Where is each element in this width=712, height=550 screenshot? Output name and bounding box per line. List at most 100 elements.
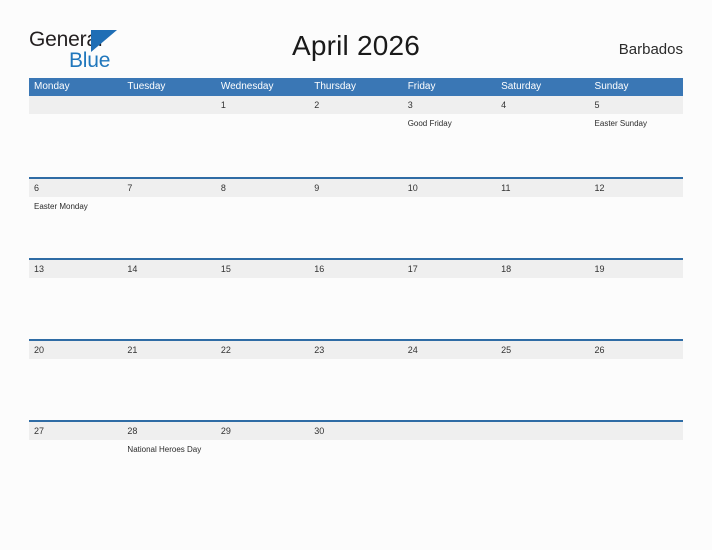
date-number: 4 [501,100,507,110]
calendar-day-cell[interactable]: 2 [309,96,403,177]
calendar-day-cell[interactable]: 11 [496,179,590,258]
weekday-header-friday: Friday [407,81,436,92]
date-band: 1 [215,96,310,114]
calendar-day-cell-empty [402,422,497,501]
date-number: 1 [220,100,226,110]
country-label: Barbados [618,41,683,58]
date-band: 28 [122,422,216,440]
date-number: 6 [34,183,40,193]
date-number: 12 [594,183,605,193]
calendar-day-cell[interactable]: 23 [309,341,403,420]
calendar-day-cell[interactable]: 8 [215,179,310,258]
calendar-week-row: 20 21 22 23 24 25 26 [29,339,683,420]
day-events: Easter Sunday [590,114,683,129]
date-band: 26 [589,341,683,359]
calendar-week-row: 6 Easter Monday 7 8 9 10 11 12 [29,177,683,258]
calendar-day-cell[interactable]: 1 [215,96,310,177]
holiday-event-label: Easter Sunday [594,119,648,128]
calendar-day-cell[interactable]: 24 [402,341,497,420]
date-band: 4 [496,96,590,114]
date-band: 3 [402,96,497,114]
date-band: 13 [29,260,123,278]
date-number: 3 [407,100,413,110]
date-band: 17 [402,260,497,278]
date-number: 28 [127,426,138,436]
calendar-day-cell[interactable]: 9 [309,179,403,258]
weekday-header-row: Monday Tuesday Wednesday Thursday Friday Satu… [29,78,683,96]
date-number: 23 [314,345,325,355]
date-band [402,422,497,440]
calendar-day-cell[interactable]: 25 [496,341,590,420]
calendar-day-cell[interactable]: 26 [589,341,683,420]
calendar-day-cell[interactable]: 16 [309,260,403,339]
weekday-header-thursday: Thursday [314,81,356,92]
date-number: 26 [594,345,605,355]
calendar-day-cell[interactable]: 3 Good Friday [402,96,497,177]
calendar-grid: Monday Tuesday Wednesday Thursday Friday Satu… [29,78,683,501]
date-band: 2 [309,96,403,114]
weekday-header-saturday: Saturday [501,81,542,92]
date-number: 9 [314,183,320,193]
date-band: 8 [215,179,310,197]
weekday-header-monday: Monday [34,81,70,92]
page-header: General Blue April 2026 Barbados [0,0,712,78]
date-band: 18 [496,260,590,278]
date-number: 7 [127,183,133,193]
date-number: 2 [314,100,320,110]
calendar-day-cell[interactable]: 17 [402,260,497,339]
date-band: 7 [122,179,216,197]
calendar-day-cell[interactable]: 20 [29,341,123,420]
date-band: 21 [122,341,216,359]
calendar-day-cell[interactable]: 5 Easter Sunday [589,96,683,177]
calendar-day-cell[interactable]: 14 [122,260,216,339]
date-number: 24 [407,345,418,355]
calendar-week-row: 13 14 15 16 17 18 19 [29,258,683,339]
date-band: 12 [589,179,683,197]
calendar-day-cell[interactable]: 10 [402,179,497,258]
date-band: 25 [496,341,590,359]
calendar-day-cell[interactable]: 28 National Heroes Day [122,422,216,501]
calendar-day-cell-empty [589,422,683,501]
date-band [29,96,123,114]
calendar-day-cell[interactable]: 13 [29,260,123,339]
date-number: 18 [501,264,512,274]
calendar-day-cell-empty [122,96,216,177]
calendar-day-cell[interactable]: 6 Easter Monday [29,179,123,258]
date-number: 14 [127,264,138,274]
date-number: 5 [594,100,600,110]
date-band: 24 [402,341,497,359]
date-number: 27 [34,426,45,436]
calendar-day-cell[interactable]: 12 [589,179,683,258]
calendar-day-cell[interactable]: 15 [215,260,310,339]
weekday-header-wednesday: Wednesday [220,81,274,92]
date-number: 15 [220,264,231,274]
date-band [589,422,683,440]
date-band: 23 [309,341,403,359]
date-band: 27 [29,422,123,440]
date-number: 11 [501,183,511,193]
date-number: 17 [407,264,418,274]
date-band: 19 [589,260,683,278]
calendar-day-cell[interactable]: 4 [496,96,590,177]
holiday-event-label: National Heroes Day [127,445,202,454]
date-number: 29 [220,426,231,436]
date-band: 10 [402,179,497,197]
calendar-day-cell[interactable]: 19 [589,260,683,339]
calendar-day-cell[interactable]: 27 [29,422,123,501]
calendar-day-cell[interactable]: 29 [215,422,310,501]
calendar-day-cell[interactable]: 30 [309,422,403,501]
day-events: Good Friday [403,114,496,129]
date-band: 11 [496,179,590,197]
date-number: 19 [594,264,605,274]
date-number: 25 [501,345,512,355]
calendar-day-cell[interactable]: 21 [122,341,216,420]
holiday-event-label: Good Friday [407,119,452,128]
date-band: 22 [215,341,310,359]
date-band: 9 [309,179,403,197]
date-number: 16 [314,264,325,274]
calendar-day-cell[interactable]: 22 [215,341,310,420]
calendar-weeks: 1 2 3 Good Friday 4 5 Easter Sunday 6 Easter Mon… [29,96,683,501]
calendar-day-cell[interactable]: 18 [496,260,590,339]
calendar-day-cell[interactable]: 7 [122,179,216,258]
date-band: 30 [309,422,403,440]
